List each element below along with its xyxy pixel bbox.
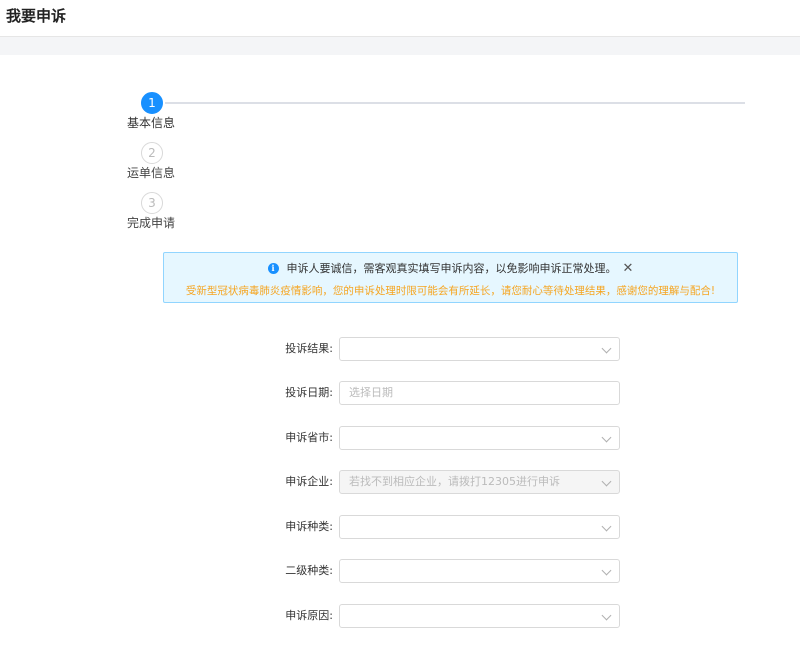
chevron-down-icon — [601, 476, 612, 487]
content-gray-band — [0, 37, 800, 55]
company-placeholder: 若找不到相应企业，请拨打12305进行申诉 — [349, 475, 560, 488]
form-row-province: 申诉省市: — [0, 426, 800, 450]
chevron-down-icon — [601, 521, 612, 532]
reason-select[interactable] — [339, 604, 620, 628]
type-label: 申诉种类: — [285, 520, 333, 533]
reason-label: 申诉原因: — [285, 609, 333, 622]
notice-alert: i 申诉人要诚信，需客观真实填写申诉内容，以免影响申诉正常处理。 ✕ 受新型冠状… — [163, 252, 738, 303]
form-row-result: 投诉结果: — [0, 337, 800, 361]
date-placeholder: 选择日期 — [349, 386, 393, 399]
step-3-number: 3 — [148, 196, 156, 210]
form-row-reason: 申诉原因: — [0, 604, 800, 628]
chevron-down-icon — [601, 432, 612, 443]
company-label: 申诉企业: — [285, 475, 333, 488]
type-select[interactable] — [339, 515, 620, 539]
close-icon[interactable]: ✕ — [623, 262, 634, 275]
subtype-label: 二级种类: — [285, 564, 333, 577]
form-row-subtype: 二级种类: — [0, 559, 800, 583]
step-2-label: 运单信息 — [127, 166, 176, 180]
date-picker-input[interactable]: 选择日期 — [339, 381, 620, 405]
step-2-number: 2 — [148, 146, 156, 160]
chevron-down-icon — [601, 610, 612, 621]
page-title: 我要申诉 — [6, 7, 67, 25]
step-3-circle: 3 — [141, 192, 163, 214]
province-select[interactable] — [339, 426, 620, 450]
step-1-circle: 1 — [141, 92, 163, 114]
step-2-circle: 2 — [141, 142, 163, 164]
date-label: 投诉日期: — [285, 386, 333, 399]
notice-warning: 受新型冠状病毒肺炎疫情影响，您的申诉处理时限可能会有所延长，请您耐心等待处理结果… — [185, 285, 716, 297]
step-connector-line — [165, 102, 745, 104]
result-select[interactable] — [339, 337, 620, 361]
form-row-date: 投诉日期: 选择日期 — [0, 381, 800, 405]
company-select[interactable]: 若找不到相应企业，请拨打12305进行申诉 — [339, 470, 620, 494]
info-circle-icon: i — [267, 262, 279, 274]
chevron-down-icon — [601, 565, 612, 576]
notice-message-row: i 申诉人要诚信，需客观真实填写申诉内容，以免影响申诉正常处理。 ✕ — [164, 260, 737, 276]
chevron-down-icon — [601, 343, 612, 354]
step-1-number: 1 — [148, 96, 156, 110]
subtype-select[interactable] — [339, 559, 620, 583]
notice-message: 申诉人要诚信，需客观真实填写申诉内容，以免影响申诉正常处理。 — [286, 262, 617, 275]
form-row-company: 申诉企业: 若找不到相应企业，请拨打12305进行申诉 — [0, 470, 800, 494]
step-3-label: 完成申请 — [127, 216, 176, 230]
province-label: 申诉省市: — [285, 431, 333, 444]
step-1-label: 基本信息 — [127, 116, 176, 130]
form-row-type: 申诉种类: — [0, 515, 800, 539]
result-label: 投诉结果: — [285, 342, 333, 355]
